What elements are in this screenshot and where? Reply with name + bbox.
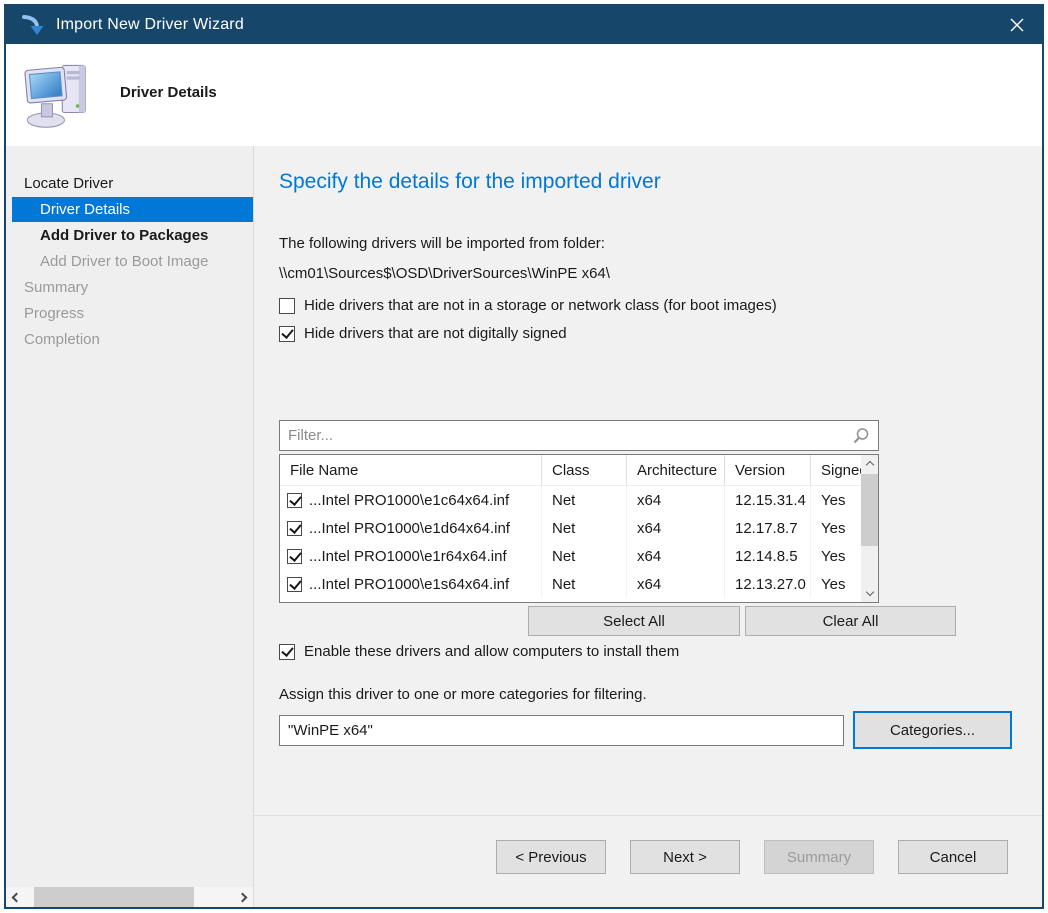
wizard-header: Driver Details <box>6 44 1042 146</box>
scrollbar-track[interactable] <box>24 887 235 907</box>
previous-button[interactable]: < Previous <box>496 840 606 874</box>
row-checkbox[interactable] <box>287 549 302 564</box>
filter-box <box>279 420 879 451</box>
hide-storage-network-label: Hide drivers that are not in a storage o… <box>304 297 777 314</box>
sidebar-item-add-driver-to-boot-image[interactable]: Add Driver to Boot Image <box>12 249 253 274</box>
cell-signed: Yes <box>811 542 861 570</box>
categories-row: Categories... <box>279 711 1042 749</box>
table-vertical-scrollbar[interactable] <box>861 455 878 602</box>
table-row[interactable]: ...Intel PRO1000\e1c64x64.inf Net x64 12… <box>280 486 861 514</box>
sidebar-item-summary[interactable]: Summary <box>12 275 253 300</box>
hide-storage-network-row: Hide drivers that are not in a storage o… <box>279 297 1042 314</box>
scrollbar-thumb[interactable] <box>861 474 878 546</box>
wizard-body: Locate Driver Driver Details Add Driver … <box>6 146 1042 907</box>
select-all-button[interactable]: Select All <box>528 606 740 636</box>
hide-unsigned-checkbox[interactable] <box>279 326 295 342</box>
enable-drivers-checkbox[interactable] <box>279 644 295 660</box>
cell-class: Net <box>542 486 627 514</box>
next-button[interactable]: Next > <box>630 840 740 874</box>
driver-table-body: ...Intel PRO1000\e1c64x64.inf Net x64 12… <box>280 486 861 602</box>
cell-class: Net <box>542 542 627 570</box>
column-header-class[interactable]: Class <box>542 455 627 485</box>
scroll-right-button[interactable] <box>235 887 253 907</box>
column-header-version[interactable]: Version <box>725 455 811 485</box>
scroll-left-button[interactable] <box>6 887 24 907</box>
cell-file-name: ...Intel PRO1000\e1s64x64.inf <box>309 576 509 593</box>
cancel-button[interactable]: Cancel <box>898 840 1008 874</box>
cell-class: Net <box>542 570 627 598</box>
wizard-steps-sidebar: Locate Driver Driver Details Add Driver … <box>6 146 254 907</box>
table-row[interactable]: ...Intel PRO1000\e1r64x64.inf Net x64 12… <box>280 542 861 570</box>
cell-version: 12.15.31.4 <box>725 486 811 514</box>
wizard-window: Import New Driver Wizard <box>4 4 1044 909</box>
cell-signed: Yes <box>811 514 861 542</box>
hide-unsigned-label: Hide drivers that are not digitally sign… <box>304 325 567 342</box>
cell-version: 12.17.8.7 <box>725 514 811 542</box>
scroll-down-button[interactable] <box>861 585 878 602</box>
filter-input[interactable] <box>288 427 852 444</box>
close-button[interactable] <box>992 6 1042 44</box>
table-row[interactable]: ...Intel PRO1000\e1s64x64.inf Net x64 12… <box>280 570 861 598</box>
sidebar-item-locate-driver[interactable]: Locate Driver <box>12 171 253 196</box>
column-header-architecture[interactable]: Architecture <box>627 455 725 485</box>
enable-drivers-row: Enable these drivers and allow computers… <box>279 643 1042 660</box>
row-checkbox[interactable] <box>287 521 302 536</box>
hide-storage-network-checkbox[interactable] <box>279 298 295 314</box>
page-title: Driver Details <box>120 84 217 101</box>
row-checkbox[interactable] <box>287 577 302 592</box>
categories-input[interactable] <box>279 715 844 746</box>
sidebar-horizontal-scrollbar[interactable] <box>6 887 253 907</box>
chevron-down-icon <box>865 588 873 596</box>
chevron-up-icon <box>865 461 873 469</box>
categories-button[interactable]: Categories... <box>853 711 1012 749</box>
clear-all-button[interactable]: Clear All <box>745 606 956 636</box>
import-intro-text: The following drivers will be imported f… <box>279 235 1042 252</box>
titlebar: Import New Driver Wizard <box>6 6 1042 44</box>
select-clear-row: Select All Clear All <box>279 606 955 636</box>
column-header-signed[interactable]: Signed <box>811 455 868 485</box>
cell-version: 12.14.8.5 <box>725 542 811 570</box>
sidebar-item-driver-details[interactable]: Driver Details <box>12 197 253 222</box>
table-row[interactable]: ...Intel PRO1000\e1d64x64.inf Net x64 12… <box>280 514 861 542</box>
search-icon <box>852 427 870 445</box>
wizard-content: Specify the details for the imported dri… <box>254 146 1042 907</box>
assign-categories-label: Assign this driver to one or more catego… <box>279 686 1042 703</box>
cell-class: Net <box>542 514 627 542</box>
cell-architecture: x64 <box>627 570 725 598</box>
cell-file-name: ...Intel PRO1000\e1r64x64.inf <box>309 548 507 565</box>
driver-table-header: File Name Class Architecture Version Sig… <box>280 455 861 486</box>
sidebar-item-progress[interactable]: Progress <box>12 301 253 326</box>
wizard-footer: < Previous Next > Summary Cancel <box>254 815 1042 907</box>
driver-list-block: File Name Class Architecture Version Sig… <box>279 420 879 636</box>
cell-architecture: x64 <box>627 542 725 570</box>
screenshot-root: Import New Driver Wizard <box>0 0 1048 913</box>
sidebar-item-completion[interactable]: Completion <box>12 327 253 352</box>
import-folder-path: \\cm01\Sources$\OSD\DriverSources\WinPE … <box>279 265 1042 282</box>
wizard-arrow-icon <box>20 13 44 37</box>
window-title: Import New Driver Wizard <box>56 16 244 34</box>
cell-signed: Yes <box>811 570 861 598</box>
scrollbar-track[interactable] <box>861 472 878 585</box>
cell-file-name: ...Intel PRO1000\e1c64x64.inf <box>309 492 509 509</box>
chevron-left-icon <box>12 892 22 902</box>
cell-architecture: x64 <box>627 514 725 542</box>
scroll-up-button[interactable] <box>861 455 878 472</box>
row-checkbox[interactable] <box>287 493 302 508</box>
driver-table: File Name Class Architecture Version Sig… <box>279 454 879 603</box>
cell-architecture: x64 <box>627 486 725 514</box>
summary-button: Summary <box>764 840 874 874</box>
content-area: Specify the details for the imported dri… <box>254 146 1042 815</box>
computer-icon <box>24 58 94 132</box>
cell-file-name: ...Intel PRO1000\e1d64x64.inf <box>309 520 510 537</box>
close-icon <box>1009 17 1025 33</box>
chevron-right-icon <box>238 892 248 902</box>
column-header-file-name[interactable]: File Name <box>280 455 542 485</box>
cell-version: 12.13.27.0 <box>725 570 811 598</box>
sidebar-item-add-driver-to-packages[interactable]: Add Driver to Packages <box>12 223 253 248</box>
enable-drivers-label: Enable these drivers and allow computers… <box>304 643 679 660</box>
content-heading: Specify the details for the imported dri… <box>279 170 1042 194</box>
hide-unsigned-row: Hide drivers that are not digitally sign… <box>279 325 1042 342</box>
cell-signed: Yes <box>811 486 861 514</box>
scrollbar-thumb[interactable] <box>34 887 194 907</box>
